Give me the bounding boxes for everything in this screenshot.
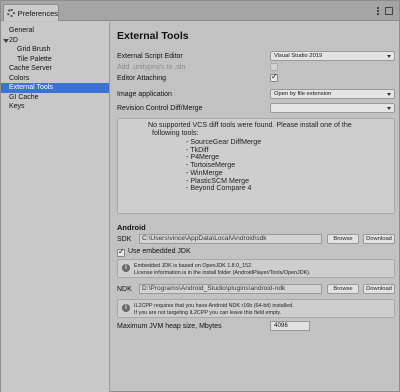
list-item: - Beyond Compare 4 [186, 184, 252, 193]
sidebar-item-general[interactable]: General [1, 26, 109, 36]
image-application-dropdown[interactable]: Open by file extension [270, 89, 395, 99]
sdk-row: SDK C:\Users\vince\AppData\Local\Android… [117, 234, 397, 245]
script-editor-label: External Script Editor [117, 53, 183, 60]
sidebar-item-tile-palette[interactable]: Tile Palette [1, 55, 109, 65]
jvm-heap-row: Maximum JVM heap size, Mbytes 4096 [117, 321, 397, 332]
add-unityproj-label: Add .unityproj's to .sln [117, 64, 186, 71]
add-unityproj-checkbox[interactable] [270, 63, 278, 71]
sidebar-item-label: 2D [9, 36, 18, 44]
add-unityproj-row: Add .unityproj's to .sln [117, 62, 397, 73]
sdk-download-button[interactable]: Download [363, 234, 395, 244]
editor-attaching-row: Editor Attaching [117, 72, 397, 84]
sidebar-item-external-tools[interactable]: External Tools [1, 83, 109, 93]
ndk-browse-button[interactable]: Browse [327, 284, 359, 294]
sidebar-item-colors[interactable]: Colors [1, 74, 109, 84]
vcs-tool-list: - SourceGear DiffMerge - TkDiff - P4Merg… [186, 138, 261, 193]
script-editor-value: Visual Studio 2019 [274, 53, 323, 59]
info-icon: i [122, 264, 130, 272]
revision-control-label: Revision Control Diff/Merge [117, 105, 203, 112]
use-embedded-jdk-checkbox[interactable] [117, 247, 125, 257]
sidebar: General 2D Grid Brush Tile Palette Cache… [1, 22, 110, 392]
sidebar-item-2d[interactable]: 2D [1, 36, 109, 46]
more-options-icon[interactable] [375, 7, 381, 15]
main-panel: External Tools External Script Editor Vi… [111, 22, 399, 392]
jdk-info-line: License information is in the install fo… [134, 269, 311, 276]
sdk-path-field[interactable]: C:\Users\vince\AppData\Local\Android\sdk [139, 234, 322, 244]
ndk-download-button[interactable]: Download [363, 284, 395, 294]
preferences-window: Preferences General 2D Grid Brush Tile P… [0, 0, 400, 392]
il2cpp-info-line: IL2CPP requires that you have Android ND… [134, 303, 294, 309]
il2cpp-info-box: i IL2CPP requires that you have Android … [117, 299, 395, 318]
dropdown-arrow-icon [387, 93, 391, 96]
gear-icon [7, 9, 15, 17]
ndk-path-field[interactable]: D:\Programs\Android_Studio\plugins\andro… [139, 284, 322, 294]
title-bar: Preferences [1, 1, 399, 21]
image-application-row: Image application Open by file extension [117, 89, 397, 100]
script-editor-row: External Script Editor Visual Studio 201… [117, 51, 397, 62]
vcs-help-text: No supported VCS diff tools were found. … [148, 121, 352, 137]
tab-title: Preferences [17, 8, 58, 18]
use-embedded-jdk-label: Use embedded JDK [128, 248, 191, 255]
image-application-value: Open by file extension [274, 91, 332, 97]
preferences-tab[interactable]: Preferences [3, 4, 59, 21]
window-controls [375, 7, 393, 15]
maximize-icon[interactable] [385, 7, 393, 15]
editor-attaching-checkbox[interactable] [270, 72, 278, 82]
image-application-label: Image application [117, 91, 172, 98]
android-section-header: Android [117, 223, 146, 232]
vcs-help-box: No supported VCS diff tools were found. … [117, 118, 395, 214]
jdk-info-box: i Embedded JDK is based on OpenJDK 1.8.0… [117, 259, 395, 278]
jvm-heap-field[interactable]: 4096 [270, 321, 310, 331]
revision-control-dropdown[interactable] [270, 103, 395, 113]
chevron-down-icon[interactable] [3, 38, 9, 43]
use-embedded-jdk-row: Use embedded JDK [117, 246, 397, 257]
dropdown-arrow-icon [387, 55, 391, 58]
sidebar-item-gi-cache[interactable]: GI Cache [1, 93, 109, 103]
dropdown-arrow-icon [387, 107, 391, 110]
sdk-label: SDK [117, 236, 132, 243]
info-icon: i [122, 304, 130, 312]
page-title: External Tools [117, 30, 189, 42]
revision-control-row: Revision Control Diff/Merge [117, 103, 397, 114]
jdk-info-line: Embedded JDK is based on OpenJDK 1.8.0_1… [134, 263, 253, 269]
jvm-heap-label: Maximum JVM heap size, Mbytes [117, 323, 222, 330]
vcs-help-line: following tools: [152, 129, 199, 137]
editor-attaching-label: Editor Attaching [117, 75, 167, 82]
sidebar-item-keys[interactable]: Keys [1, 102, 109, 112]
ndk-row: NDK D:\Programs\Android_Studio\plugins\a… [117, 284, 397, 295]
sidebar-item-grid-brush[interactable]: Grid Brush [1, 45, 109, 55]
vcs-help-line: No supported VCS diff tools were found. … [148, 121, 352, 129]
ndk-label: NDK [117, 286, 132, 293]
jdk-info-text: Embedded JDK is based on OpenJDK 1.8.0_1… [134, 263, 310, 277]
sidebar-item-cache-server[interactable]: Cache Server [1, 64, 109, 74]
il2cpp-info-line: If you are not targeting IL2CPP you can … [134, 309, 282, 316]
script-editor-dropdown[interactable]: Visual Studio 2019 [270, 51, 395, 61]
il2cpp-info-text: IL2CPP requires that you have Android ND… [134, 303, 294, 317]
sdk-browse-button[interactable]: Browse [327, 234, 359, 244]
